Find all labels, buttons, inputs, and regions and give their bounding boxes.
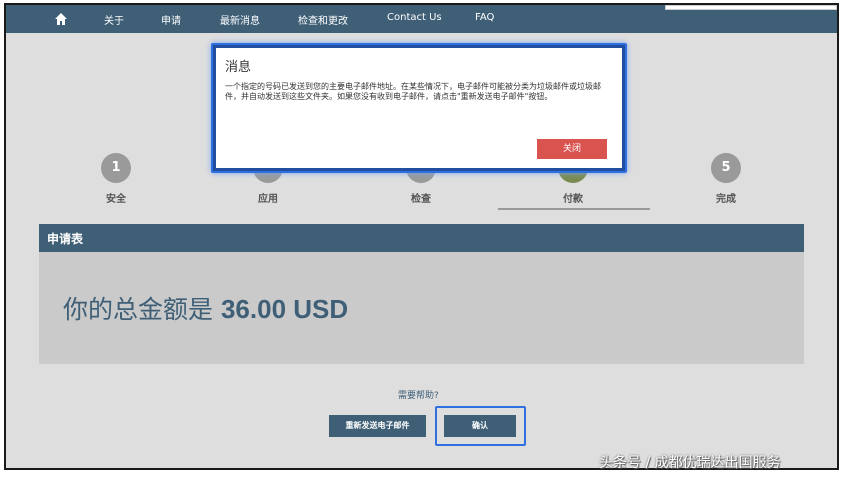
step-label: 完成 [716, 194, 736, 205]
home-icon[interactable] [54, 11, 68, 25]
form-body: 你的总金额是 36.00 USD [39, 252, 804, 364]
nav-item-contact[interactable]: Contact Us [387, 12, 442, 23]
watermark: 头条号 / 成都优瑞达出国服务 [599, 455, 781, 471]
total-amount: 36.00 USD [220, 294, 349, 324]
step-label: 应用 [258, 194, 278, 205]
step-number: 1 [101, 153, 131, 183]
step-number: 5 [711, 153, 741, 183]
resend-email-button[interactable]: 重新发送电子邮件 [329, 415, 426, 437]
top-nav: 关于 申请 最新消息 检查和更改 Contact Us FAQ [6, 5, 837, 33]
nav-item-faq[interactable]: FAQ [475, 12, 494, 23]
help-link[interactable]: 需要帮助? [398, 388, 439, 401]
nav-item-about[interactable]: 关于 [104, 12, 124, 27]
confirm-button[interactable]: 确认 [444, 415, 516, 437]
dialog-message: 一个指定的号码已发送到您的主要电子邮件地址。在某些情况下，电子邮件可能被分类为垃… [225, 82, 601, 101]
close-button[interactable]: 关闭 [537, 139, 607, 159]
step-label: 检查 [411, 194, 431, 205]
message-dialog: 消息 一个指定的号码已发送到您的主要电子邮件地址。在某些情况下，电子邮件可能被分… [216, 48, 622, 168]
total-prefix: 你的总金额是 [63, 295, 214, 324]
form-title: 申请表 [47, 232, 84, 246]
app-window: 关于 申请 最新消息 检查和更改 Contact Us FAQ 1 安全 2 应… [4, 3, 839, 470]
step-complete: 5 完成 [666, 153, 786, 205]
nav-search-input[interactable] [665, 5, 837, 10]
step-security: 1 安全 [56, 153, 176, 205]
form-header: 申请表 [39, 224, 804, 252]
nav-item-news[interactable]: 最新消息 [220, 12, 260, 27]
step-label: 付款 [563, 194, 583, 205]
nav-item-apply[interactable]: 申请 [161, 12, 181, 27]
dialog-title: 消息 [225, 60, 252, 75]
active-step-indicator [498, 208, 650, 210]
total-amount-text: 你的总金额是 36.00 USD [63, 290, 348, 326]
step-label: 安全 [106, 194, 126, 205]
nav-item-check-change[interactable]: 检查和更改 [298, 12, 348, 27]
